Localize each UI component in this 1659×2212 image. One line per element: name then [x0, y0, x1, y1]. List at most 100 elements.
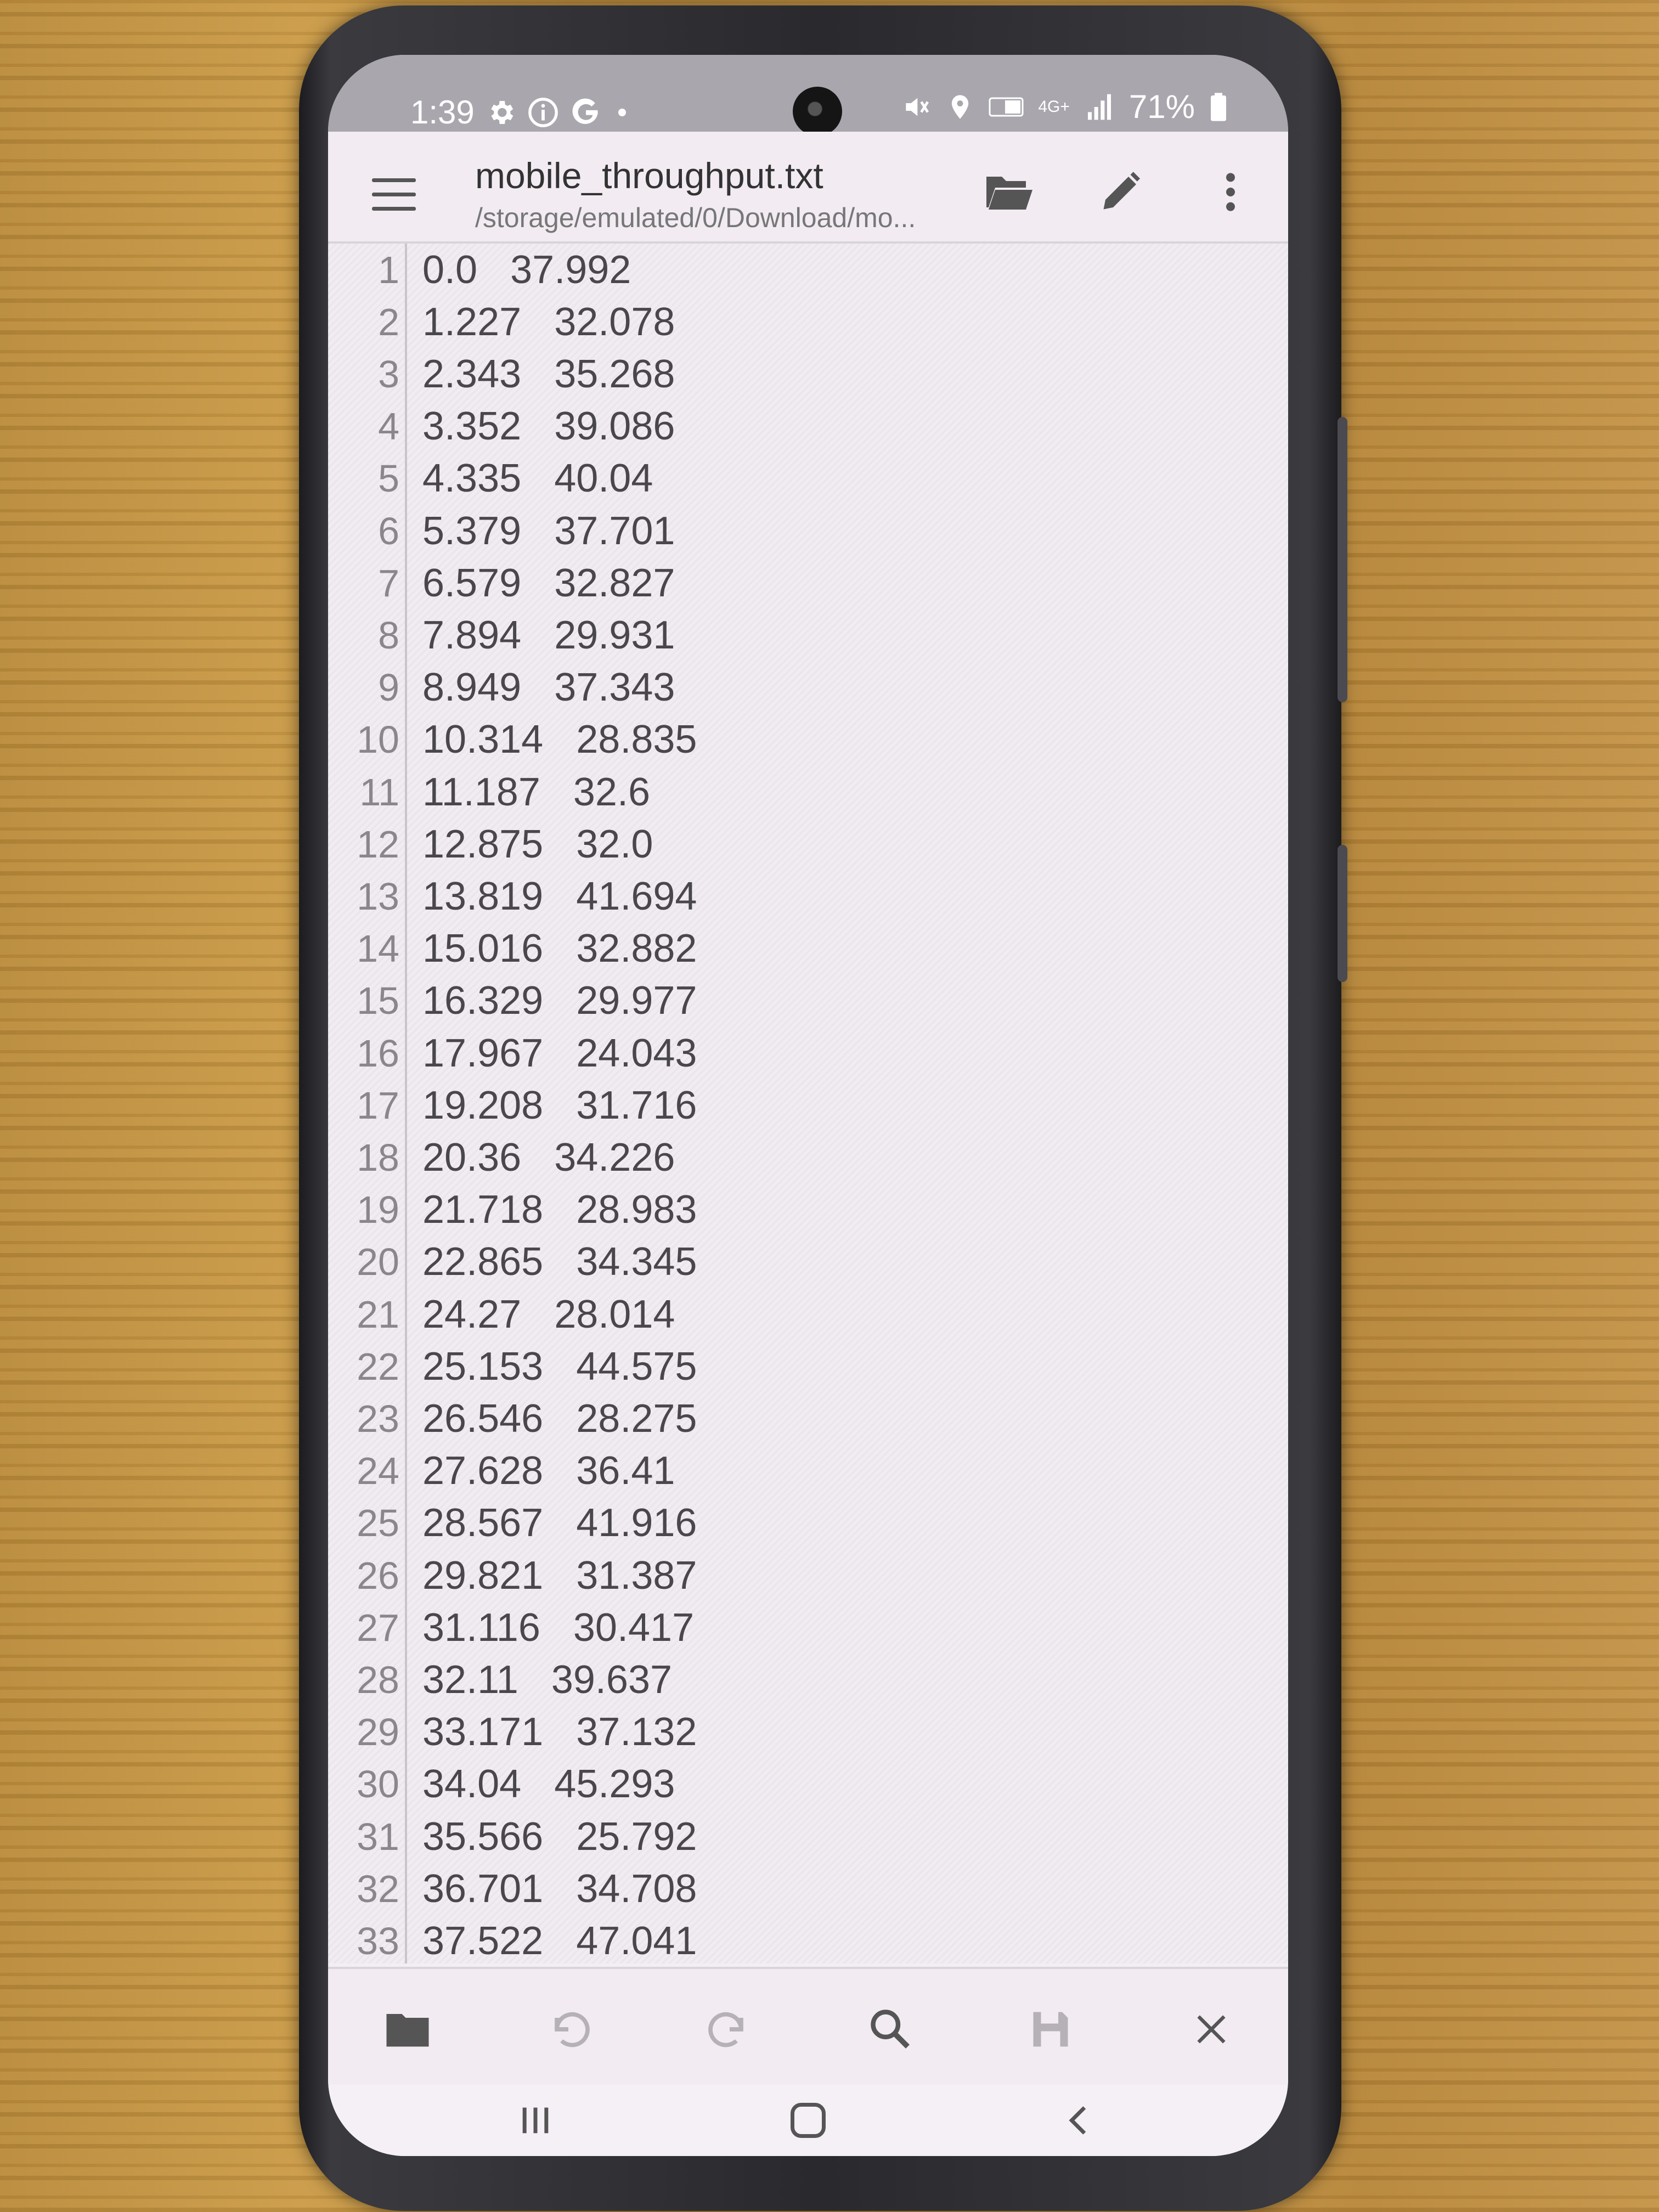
editor-line[interactable]: 28 32.11 39.637 — [328, 1654, 672, 1706]
line-text: 10.314 28.835 — [422, 718, 697, 762]
line-number: 4 — [378, 405, 399, 448]
power-button — [1338, 845, 1347, 982]
battery-icon — [1211, 92, 1226, 121]
app-bar: mobile_throughput.txt /storage/emulated/… — [328, 132, 1288, 244]
editor-line[interactable]: 1 0.0 37.992 — [328, 244, 631, 296]
close-icon[interactable] — [1181, 1999, 1242, 2059]
editor-line[interactable]: 17 19.208 31.716 — [328, 1079, 697, 1131]
line-number: 14 — [357, 927, 399, 970]
editor-line[interactable]: 5 4.335 40.04 — [328, 453, 653, 505]
line-number: 9 — [378, 666, 399, 709]
editor-line[interactable]: 15 16.329 29.977 — [328, 975, 697, 1027]
undo-icon[interactable] — [538, 1999, 599, 2059]
status-time: 1:39 — [410, 94, 475, 131]
editor-line[interactable]: 14 15.016 32.882 — [328, 923, 697, 975]
editor-line[interactable]: 8 7.894 29.931 — [328, 609, 675, 661]
volume-button — [1338, 417, 1347, 702]
notification-dot-icon — [618, 108, 626, 116]
editor-line[interactable]: 25 28.567 41.916 — [328, 1497, 697, 1549]
line-number: 20 — [357, 1240, 399, 1284]
google-g-icon — [572, 98, 598, 124]
editor-line[interactable]: 18 20.36 34.226 — [328, 1131, 675, 1183]
editor-line[interactable]: 27 31.116 30.417 — [328, 1601, 694, 1654]
mute-icon — [906, 98, 929, 116]
editor-line[interactable]: 7 6.579 32.827 — [328, 557, 675, 609]
line-text: 22.865 34.345 — [422, 1240, 697, 1284]
info-icon — [528, 97, 558, 127]
editor-line[interactable]: 22 25.153 44.575 — [328, 1340, 697, 1392]
more-vert-icon[interactable] — [1200, 162, 1261, 222]
pencil-icon[interactable] — [1091, 162, 1151, 222]
bottom-toolbar — [328, 1967, 1288, 2084]
line-number: 16 — [357, 1031, 399, 1075]
editor-line[interactable]: 11 11.187 32.6 — [328, 766, 650, 818]
text-editor[interactable]: 1 0.0 37.992 2 1.227 32.078 3 2.343 35.268 4 3.… — [328, 244, 1288, 1963]
line-text: 34.04 45.293 — [422, 1762, 675, 1807]
line-number: 28 — [357, 1658, 399, 1701]
editor-line[interactable]: 4 3.352 39.086 — [328, 400, 675, 453]
line-number: 24 — [357, 1449, 399, 1493]
line-number: 17 — [357, 1084, 399, 1127]
editor-line[interactable]: 16 17.967 24.043 — [328, 1027, 697, 1079]
line-number: 13 — [357, 874, 399, 918]
line-number: 6 — [378, 509, 399, 552]
editor-line[interactable]: 19 21.718 28.983 — [328, 1184, 697, 1236]
line-text: 33.171 37.132 — [422, 1710, 697, 1754]
line-text: 26.546 28.275 — [422, 1396, 697, 1441]
editor-line[interactable]: 9 8.949 37.343 — [328, 662, 675, 714]
home-icon[interactable] — [770, 2090, 847, 2151]
line-text: 20.36 34.226 — [422, 1135, 675, 1180]
line-text: 5.379 37.701 — [422, 509, 675, 553]
line-number: 10 — [357, 718, 399, 761]
line-text: 32.11 39.637 — [422, 1657, 673, 1702]
recent-apps-icon[interactable] — [497, 2090, 574, 2151]
phone-screen: 1:39 4G+ 71% mobile_throughput.txt /stor… — [328, 55, 1288, 2156]
line-text: 0.0 37.992 — [422, 247, 631, 292]
editor-line[interactable]: 20 22.865 34.345 — [328, 1236, 697, 1288]
search-icon[interactable] — [860, 1999, 921, 2059]
line-text: 19.208 31.716 — [422, 1083, 697, 1127]
line-text: 8.949 37.343 — [422, 665, 675, 710]
editor-line[interactable]: 13 13.819 41.694 — [328, 870, 697, 922]
line-text: 6.579 32.827 — [422, 561, 675, 605]
editor-line[interactable]: 33 37.522 47.041 — [328, 1915, 697, 1963]
editor-line[interactable]: 12 12.875 32.0 — [328, 818, 653, 870]
front-camera — [793, 87, 842, 136]
save-icon[interactable] — [1020, 1999, 1081, 2059]
line-text: 31.116 30.417 — [422, 1605, 695, 1650]
line-number: 27 — [357, 1606, 399, 1649]
line-number: 12 — [357, 822, 399, 866]
line-text: 21.718 28.983 — [422, 1188, 697, 1232]
line-text: 29.821 31.387 — [422, 1553, 697, 1598]
line-number: 7 — [378, 561, 399, 605]
editor-line[interactable]: 29 33.171 37.132 — [328, 1706, 697, 1758]
line-text: 17.967 24.043 — [422, 1031, 697, 1075]
line-number: 18 — [357, 1136, 399, 1179]
file-name: mobile_throughput.txt — [475, 155, 823, 196]
line-number: 26 — [357, 1554, 399, 1597]
editor-line[interactable]: 23 26.546 28.275 — [328, 1392, 697, 1444]
menu-icon[interactable] — [372, 178, 416, 211]
line-text: 28.567 41.916 — [422, 1501, 697, 1545]
editor-line[interactable]: 6 5.379 37.701 — [328, 505, 675, 557]
back-icon[interactable] — [1041, 2090, 1118, 2151]
line-number: 11 — [359, 770, 399, 814]
line-number: 25 — [357, 1502, 399, 1545]
redo-icon[interactable] — [699, 1999, 760, 2059]
editor-line[interactable]: 3 2.343 35.268 — [328, 348, 675, 400]
editor-line[interactable]: 31 35.566 25.792 — [328, 1810, 697, 1863]
editor-line[interactable]: 32 36.701 34.708 — [328, 1863, 697, 1915]
line-number: 19 — [357, 1188, 399, 1232]
editor-line[interactable]: 10 10.314 28.835 — [328, 714, 697, 766]
line-number: 21 — [357, 1293, 399, 1336]
editor-line[interactable]: 30 34.04 45.293 — [328, 1758, 675, 1810]
editor-line[interactable]: 24 27.628 36.41 — [328, 1445, 675, 1497]
folder-open-icon[interactable] — [978, 162, 1039, 222]
editor-line[interactable]: 21 24.27 28.014 — [328, 1288, 675, 1340]
editor-line[interactable]: 26 29.821 31.387 — [328, 1549, 697, 1601]
editor-line[interactable]: 2 1.227 32.078 — [328, 296, 675, 348]
folder-icon[interactable] — [377, 1999, 438, 2059]
status-bar: 1:39 4G+ 71% — [328, 55, 1288, 136]
line-text: 37.522 47.041 — [422, 1918, 697, 1963]
line-number: 33 — [357, 1919, 399, 1962]
